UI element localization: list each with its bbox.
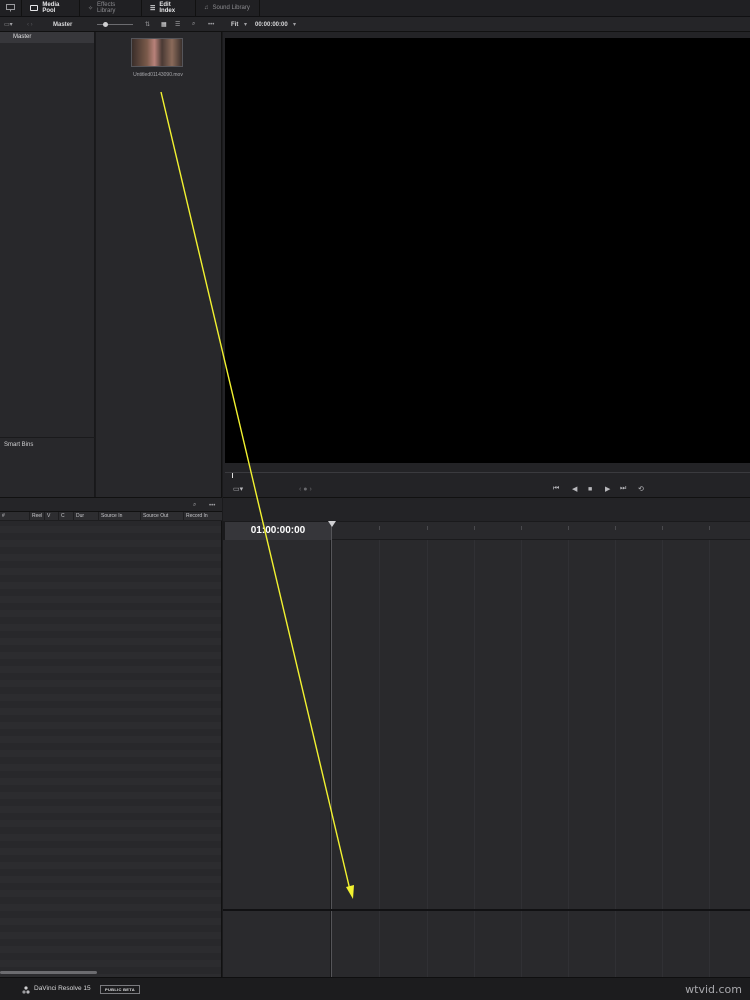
media-pool-panel: Untitled01143090.mov [96,32,222,497]
edit-index-table: # Reel V C Dur Source In Source Out Reco… [0,512,222,977]
chevron-down-icon[interactable]: ▾ [293,17,296,32]
grid-line [474,540,475,977]
more-options-icon[interactable]: ••• [208,17,214,32]
column-header[interactable]: V [44,512,58,521]
grid-line [662,540,663,977]
table-header: # Reel V C Dur Source In Source Out Reco… [0,512,222,521]
grid-line [568,540,569,977]
search-icon[interactable]: ⌕ [192,17,195,32]
clip-name: Untitled01143090.mov [133,72,183,78]
timeline-track-area[interactable] [332,540,750,977]
smart-bins-header: Smart Bins [0,437,95,497]
source-viewer: ▭▾ ‹ ● › ⏮ ◀ ■ ▶ ⏭ ⟲ [223,32,750,497]
timeline-playhead[interactable] [328,521,336,527]
slider-handle[interactable] [103,22,108,27]
chevron-down-icon[interactable]: ▾ [244,17,247,32]
timeline-toolbar [223,497,750,521]
column-header[interactable]: Source In [98,512,140,521]
watermark: wtvid.com [685,983,742,996]
status-bar: DaVinci Resolve 15 PUBLIC BETA wtvid.com [0,977,750,1000]
davinci-logo-icon [22,986,30,994]
clip-thumbnail[interactable] [131,38,183,67]
ruler-tick [568,526,569,530]
track-headers [223,540,331,977]
ruler-tick [379,526,380,530]
tab-label: Sound Library [212,5,250,11]
ruler-tick [521,526,522,530]
grid-line [379,540,380,977]
timeline-timecode: 01:00:00:00 [225,522,331,540]
tab-label: Media Pool [42,2,60,14]
go-to-end-icon[interactable]: ⏭ [620,483,626,495]
grid-view-icon[interactable]: ▦ [161,17,167,32]
viewer-scrub-bar[interactable] [225,472,750,478]
effects-icon: ✧ [88,5,94,12]
tab-effects-library[interactable]: ✧ Effects Library [80,0,142,17]
column-header[interactable]: Record In [183,512,222,521]
bin-list-toggle-icon[interactable]: ▭▾ [4,17,13,32]
tab-media-pool[interactable]: Media Pool [22,0,80,17]
bin-list-panel: Master Smart Bins [0,32,95,497]
scrub-playhead[interactable] [232,473,233,478]
column-header[interactable]: # [0,512,29,521]
grid-line [709,540,710,977]
viewer-zoom-select[interactable]: Fit [231,17,238,32]
app-name: DaVinci Resolve 15 [34,985,91,992]
column-header[interactable]: Reel [29,512,44,521]
ruler-tick [427,526,428,530]
play-icon[interactable]: ▶ [605,483,610,495]
viewer-timecode: 00:00:00:00 [255,21,288,28]
grid-line [615,540,616,977]
ruler-tick [662,526,663,530]
play-reverse-icon[interactable]: ◀ [572,483,577,495]
list-icon: ☰ [150,5,156,12]
tab-label: Edit Index [159,2,176,14]
list-view-icon[interactable]: ☰ [175,17,180,32]
edit-index-toolbar: ⌕ ••• [0,497,222,512]
ruler-tick [615,526,616,530]
sort-icon[interactable]: ⇅ [145,17,150,32]
jog-control[interactable]: ‹ ● › [299,483,312,495]
timeline-ruler[interactable] [332,522,750,540]
grid-line [521,540,522,977]
panel-toolbar: ▭▾ ‹ › Master ⇅ ▦ ☰ ⌕ ••• Fit ▾ 00:00:00… [0,17,750,32]
tab-sound-library[interactable]: ♫ Sound Library [196,0,260,17]
tab-edit-index[interactable]: ☰ Edit Index [142,0,196,17]
sound-icon: ♫ [204,5,209,11]
horizontal-scrollbar[interactable] [0,971,97,974]
column-header[interactable]: Source Out [140,512,183,521]
grid-line [427,540,428,977]
media-pool-icon [30,5,39,11]
loop-icon[interactable]: ⟲ [638,483,644,495]
beta-badge: PUBLIC BETA [100,985,140,994]
bin-item-master[interactable]: Master [0,32,94,43]
ruler-tick [474,526,475,530]
more-options-icon[interactable]: ••• [209,498,215,513]
viewer-screen [225,38,750,463]
back-arrow-icon[interactable]: ‹ › [27,17,33,32]
top-tab-bar: Media Pool ✧ Effects Library ☰ Edit Inde… [0,0,750,17]
column-header[interactable]: Dur [73,512,98,521]
ruler-tick [709,526,710,530]
monitor-icon[interactable] [0,0,22,17]
go-to-start-icon[interactable]: ⏮ [553,483,559,495]
track-divider[interactable] [223,909,750,911]
viewer-mode-icon[interactable]: ▭▾ [233,483,243,495]
bin-path: Master [53,21,73,28]
column-header[interactable]: C [58,512,73,521]
search-icon[interactable]: ⌕ [193,498,196,513]
stop-icon[interactable]: ■ [588,483,592,495]
tab-label: Effects Library [97,2,116,14]
